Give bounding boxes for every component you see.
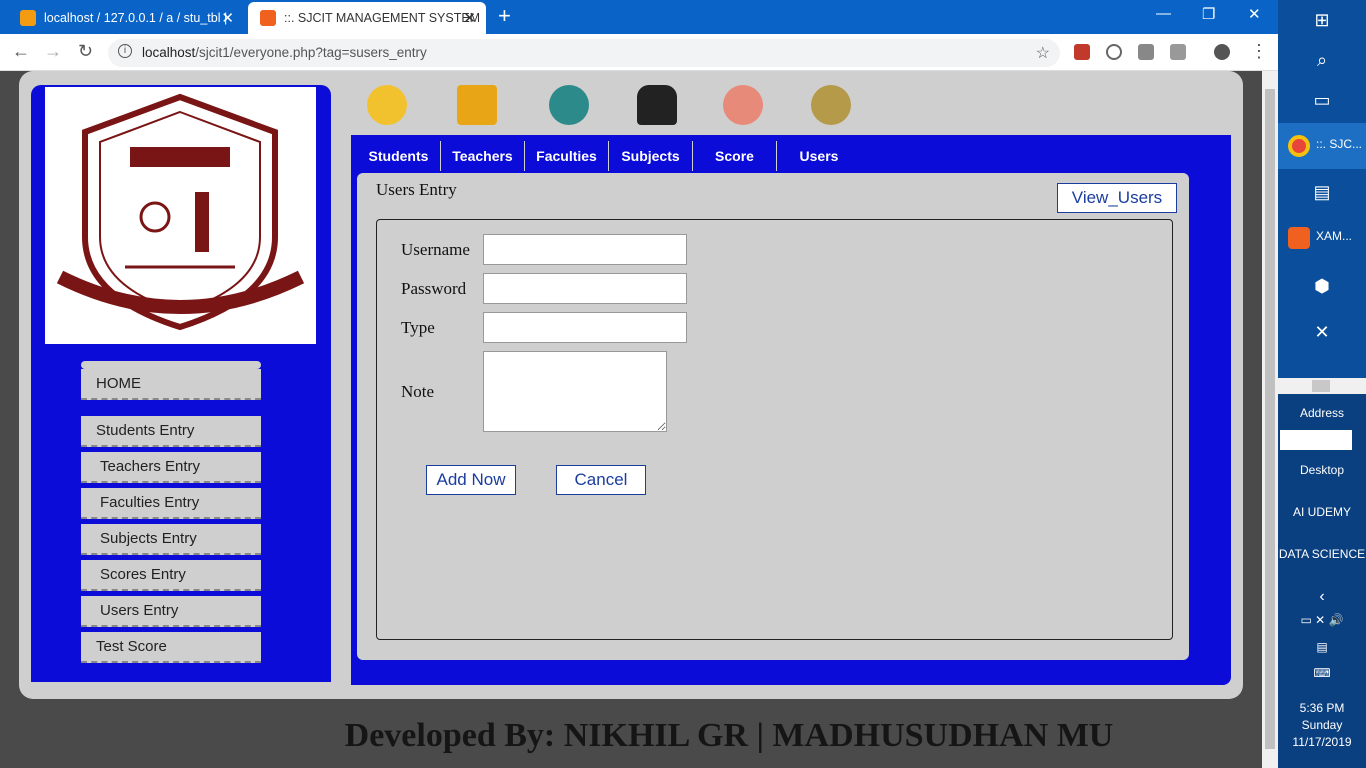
minimize-icon[interactable]: — [1156,5,1171,22]
url-text: localhost/sjcit1/everyone.php?tag=susers… [142,45,427,60]
taskbar-app-label: ::. SJC... [1316,137,1363,151]
tab-title: localhost / 127.0.0.1 / a / stu_tbl | [44,11,228,25]
phpmyadmin-icon [20,10,36,26]
left-panel: HOME Students Entry Teachers Entry Facul… [31,85,331,682]
view-users-button[interactable]: View_Users [1057,183,1177,213]
tab-students[interactable]: Students [357,141,441,171]
clock-day: Sunday [1301,718,1343,732]
menu-students-entry[interactable]: Students Entry [81,416,261,447]
scrollbar-thumb[interactable] [1312,380,1330,392]
folder-data-science[interactable]: DATA SCIENCE [1278,547,1366,561]
taskbar-app-xampp[interactable]: XAM... [1278,215,1366,261]
username-input[interactable] [483,234,687,265]
cancel-button[interactable]: Cancel [556,465,646,495]
page-viewport: HOME Students Entry Teachers Entry Facul… [0,71,1262,768]
shield-extension-icon[interactable] [1138,44,1154,60]
tab-title: ::. SJCIT MANAGEMENT SYSTEM [284,11,481,25]
type-input[interactable] [483,312,687,343]
page-title: Users Entry [376,180,457,199]
clock-date: 11/17/2019 [1292,735,1352,749]
teachers-icon[interactable] [457,85,497,125]
sql-tool-icon[interactable]: ▤ [1312,182,1332,202]
back-icon[interactable]: ← [12,41,30,62]
score-icon[interactable] [723,85,763,125]
address-bar[interactable]: i localhost/sjcit1/everyone.php?tag=suse… [108,39,1060,67]
note-textarea[interactable] [483,351,667,432]
browser-tab-phpmyadmin[interactable]: localhost / 127.0.0.1 / a / stu_tbl | ✕ [8,2,244,34]
clock-time: 5:36 PM [1299,701,1345,715]
reload-icon[interactable]: ↻ [78,41,93,62]
windows-start-icon[interactable]: ⊞ [1312,10,1332,30]
profile-avatar-icon[interactable] [1214,44,1230,60]
note-label: Note [401,382,435,401]
menu-top-cap [81,361,261,369]
address-label: Address [1299,406,1345,420]
footer-credits: Developed By: NIKHIL GR | MADHUSUDHAN MU [344,717,1114,754]
tab-subjects[interactable]: Subjects [609,141,693,171]
folder-ai-udemy[interactable]: AI UDEMY [1278,505,1366,519]
users-entry-form: Username Password Type Note Add Now Canc… [376,219,1173,640]
menu-faculties-entry[interactable]: Faculties Entry [81,488,261,519]
folder-desktop[interactable]: Desktop [1278,463,1366,477]
close-window-icon[interactable]: ✕ [1248,5,1261,23]
extension-icon[interactable] [1106,44,1122,60]
restore-icon[interactable]: ❐ [1202,5,1215,23]
menu-scores-entry[interactable]: Scores Entry [81,560,261,591]
windows-taskbar: ⊞ ⌕ ▭ ::. SJC... ▤ XAM... ⬢ ✕ Address De… [1278,0,1366,768]
browser-toolbar: ← → ↻ i localhost/sjcit1/everyone.php?ta… [0,34,1278,71]
tab-users[interactable]: Users [777,141,861,171]
close-tab-icon[interactable]: ✕ [221,9,234,27]
keyboard-icon[interactable]: ⌨ [1278,666,1366,680]
chevron-left-icon[interactable]: ‹ [1278,588,1366,606]
scrollbar-thumb[interactable] [1265,89,1275,749]
username-label: Username [401,240,470,259]
users-entry-panel: Users Entry View_Users Username Password… [357,173,1189,660]
browser-tab-sjcit[interactable]: ::. SJCIT MANAGEMENT SYSTEM ✕ [248,2,486,34]
students-icon[interactable] [367,85,407,125]
cube-extension-icon[interactable] [1170,44,1186,60]
menu-users-entry[interactable]: Users Entry [81,596,261,627]
notifications-icon[interactable]: ▤ [1278,640,1366,654]
password-input[interactable] [483,273,687,304]
horizontal-scrollbar[interactable] [1278,378,1366,394]
top-nav-tabs: Students Teachers Faculties Subjects Sco… [357,141,861,171]
faculties-icon[interactable] [549,85,589,125]
tab-teachers[interactable]: Teachers [441,141,525,171]
type-label: Type [401,318,435,337]
subjects-icon[interactable] [637,85,677,125]
menu-teachers-entry[interactable]: Teachers Entry [81,452,261,483]
address-input[interactable] [1280,430,1352,450]
taskbar-app-chrome[interactable]: ::. SJC... [1278,123,1366,169]
menu-subjects-entry[interactable]: Subjects Entry [81,524,261,555]
vscode-icon[interactable]: ✕ [1312,322,1332,342]
browser-tab-bar: localhost / 127.0.0.1 / a / stu_tbl | ✕ … [0,0,1278,34]
xampp-icon [1288,227,1310,249]
task-view-icon[interactable]: ▭ [1312,90,1332,110]
search-icon[interactable]: ⌕ [1312,50,1332,70]
tab-score[interactable]: Score [693,141,777,171]
bookmark-star-icon[interactable]: ☆ [1036,43,1050,63]
menu-home[interactable]: HOME [81,369,261,400]
info-icon[interactable]: i [118,44,132,58]
system-clock[interactable]: 5:36 PM Sunday 11/17/2019 [1278,700,1366,751]
close-tab-icon[interactable]: ✕ [463,9,476,27]
forward-icon[interactable]: → [44,41,62,62]
add-now-button[interactable]: Add Now [426,465,516,495]
users-icon[interactable] [811,85,851,125]
virtualbox-icon[interactable]: ⬢ [1312,276,1332,296]
system-tray-icons[interactable]: ▭ ✕ 🔊 [1278,613,1366,627]
xampp-icon [260,10,276,26]
new-tab-icon[interactable]: + [498,3,511,29]
pdf-extension-icon[interactable] [1074,44,1090,60]
top-icon-row [351,71,1231,135]
taskbar-app-label: XAM... [1316,229,1353,243]
app-frame: HOME Students Entry Teachers Entry Facul… [19,71,1243,699]
menu-test-score[interactable]: Test Score [81,632,261,663]
sjcit-logo [45,87,316,344]
password-label: Password [401,279,467,298]
page-scrollbar[interactable] [1262,71,1278,768]
chrome-icon [1288,135,1310,157]
menu-kebab-icon[interactable]: ⋮ [1250,41,1268,62]
tab-faculties[interactable]: Faculties [525,141,609,171]
